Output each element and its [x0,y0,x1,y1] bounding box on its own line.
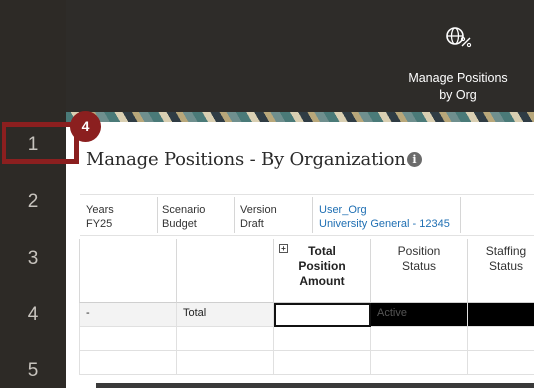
grid-row-header-2[interactable]: Total [177,303,274,327]
grid-cell-position-status[interactable]: Active [371,303,468,327]
pov-years-value: FY25 [86,218,113,230]
pov-years-label: Years [86,204,114,216]
callout-step-badge: 4 [70,111,101,142]
header-line: Position [397,244,441,258]
grid-cell[interactable] [371,351,468,375]
pov-entity-label: User_Org [319,204,367,216]
pov-entity[interactable]: User_Org University General - 12345 [319,203,450,231]
grid-header-position-status[interactable]: Position Status [371,239,468,303]
pov-entity-value: University General - 12345 [319,218,450,230]
grid-cell[interactable] [177,351,274,375]
grid-cell-total-position-amount-selected[interactable] [274,303,371,327]
pov-bar: Years FY25 Scenario Budget Version Draft… [80,194,534,236]
expand-icon[interactable]: + [279,244,288,253]
grid-cell[interactable] [274,327,371,351]
grid-header-blank-1 [79,239,177,303]
pov-version-label: Version [240,204,277,216]
grid-header-blank-2 [177,239,274,303]
pov-version[interactable]: Version Draft [240,203,277,231]
grid-cell[interactable] [79,327,177,351]
row-number-5[interactable]: 5 [0,360,66,382]
callout-highlight-box [2,122,79,164]
divider [312,197,313,233]
header-line: Staffing [485,244,527,258]
page-title: Manage Positions - By Organization [86,149,406,170]
row-number-3[interactable]: 3 [0,248,66,270]
grid-header-staffing-status[interactable]: Staffing Status [468,239,534,303]
manage-positions-by-org-tile[interactable]: Manage Positions by Org [388,22,528,118]
header-line: Status [401,259,437,273]
decorative-banner-strip [66,112,534,122]
row-number-2[interactable]: 2 [0,191,66,213]
data-grid: + Total Position Amount Position Status … [79,239,534,388]
pov-version-value: Draft [240,218,264,230]
row-number-4[interactable]: 4 [0,304,66,326]
grid-cell[interactable] [371,327,468,351]
info-icon[interactable]: i [407,152,422,167]
divider [460,197,461,233]
pov-years[interactable]: Years FY25 [86,203,114,231]
header-line: Total [308,244,336,258]
row-number-gutter: 1 2 3 4 5 [0,0,66,388]
pov-scenario-label: Scenario [162,204,206,216]
grid-cell[interactable] [468,351,534,375]
pov-scenario[interactable]: Scenario Budget [162,203,205,231]
header-line: Amount [299,274,345,288]
globe-percent-icon [446,27,472,48]
header-line: Status [488,259,524,273]
divider [157,197,158,233]
grid-row-header-1[interactable]: - [79,303,177,327]
pov-scenario-value: Budget [162,218,197,230]
grid-cell[interactable] [274,351,371,375]
divider [234,197,235,233]
bottom-scroll-strip [96,383,534,388]
tile-label-line2: by Org [439,88,477,102]
grid-header-total-position-amount[interactable]: + Total Position Amount [274,239,371,303]
grid-cell[interactable] [79,351,177,375]
grid-cell[interactable] [177,327,274,351]
header-line: Position [298,259,346,273]
form-content: Manage Positions - By Organization i Yea… [66,122,534,388]
grid-cell[interactable] [468,327,534,351]
tile-label-line1: Manage Positions [408,71,508,85]
grid-cell-staffing-status[interactable] [468,303,534,327]
